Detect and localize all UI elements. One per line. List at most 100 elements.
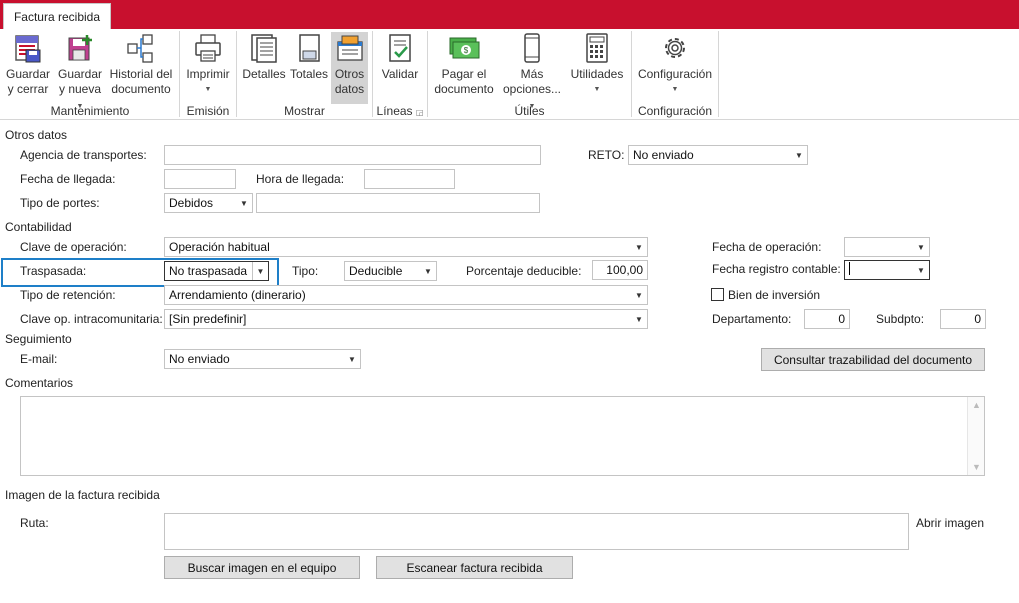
escanear-factura-button[interactable]: Escanear factura recibida: [376, 556, 573, 579]
agencia-label: Agencia de transportes:: [20, 148, 147, 162]
buscar-imagen-button[interactable]: Buscar imagen en el equipo: [164, 556, 360, 579]
tipo-label: Tipo:: [292, 264, 319, 278]
hora-llegada-input[interactable]: [364, 169, 455, 189]
scroll-down-icon[interactable]: ▼: [972, 462, 981, 472]
section-seguimiento: Seguimiento: [5, 332, 72, 346]
chevron-down-icon[interactable]: ▼: [631, 310, 647, 328]
tab-factura-recibida[interactable]: Factura recibida: [3, 3, 111, 29]
abrir-imagen-link[interactable]: Abrir imagen: [916, 516, 984, 530]
ruta-label: Ruta:: [20, 516, 49, 530]
smartphone-icon: [516, 32, 548, 64]
chevron-down-icon[interactable]: ▼: [791, 146, 807, 164]
comentarios-textarea[interactable]: ▲ ▼: [20, 396, 985, 476]
tipo-portes-select[interactable]: Debidos ▼: [164, 193, 253, 213]
other-data-button[interactable]: Otros datos: [331, 32, 368, 104]
fecha-llegada-input[interactable]: [164, 169, 236, 189]
consultar-trazabilidad-button[interactable]: Consultar trazabilidad del documento: [761, 348, 985, 371]
tipo-portes-label: Tipo de portes:: [20, 196, 100, 210]
agencia-input[interactable]: [164, 145, 541, 165]
bien-inversion-checkbox[interactable]: [711, 288, 724, 301]
save-close-button[interactable]: Guardar y cerrar: [4, 32, 52, 104]
section-contabilidad: Contabilidad: [5, 220, 72, 234]
clave-intra-select[interactable]: [Sin predefinir] ▼: [164, 309, 648, 329]
tipo-select[interactable]: Deducible ▼: [344, 261, 437, 281]
ruta-input[interactable]: [164, 513, 909, 550]
chevron-down-icon[interactable]: ▼: [252, 262, 268, 280]
group-lineas: Líneas ◲: [376, 104, 424, 118]
porcentaje-input[interactable]: 100,00: [592, 260, 648, 280]
chevron-down-icon[interactable]: ▼: [236, 194, 252, 212]
dialog-launcher-icon[interactable]: ◲: [416, 108, 424, 117]
chevron-down-icon: ▼: [204, 86, 212, 93]
fecha-registro-picker[interactable]: ▼: [844, 260, 930, 280]
scroll-up-icon[interactable]: ▲: [972, 400, 981, 410]
clave-operacion-label: Clave de operación:: [20, 240, 127, 254]
fecha-operacion-picker[interactable]: ▼: [844, 237, 930, 257]
fecha-operacion-label: Fecha de operación:: [712, 240, 822, 254]
settings-button[interactable]: Configuración ▼: [637, 32, 713, 104]
subdpto-label: Subdpto:: [876, 312, 925, 326]
save-new-button[interactable]: Guardar y nueva ▼: [55, 32, 105, 110]
chevron-down-icon[interactable]: ▼: [631, 286, 647, 304]
tipo-retencion-label: Tipo de retención:: [20, 288, 116, 302]
porcentaje-label: Porcentaje deducible:: [466, 264, 582, 278]
totals-button[interactable]: Totales: [288, 32, 330, 104]
more-options-button[interactable]: Más opciones... ▼: [498, 32, 566, 110]
ribbon: Guardar y cerrar Guardar y nueva ▼ Histo…: [0, 29, 1019, 120]
chevron-down-icon[interactable]: ▼: [420, 262, 436, 280]
print-button[interactable]: Imprimir ▼: [184, 32, 232, 104]
reto-label: RETO:: [588, 148, 625, 162]
tab-label: Factura recibida: [13, 9, 101, 24]
subdpto-input[interactable]: 0: [940, 309, 986, 329]
tipo-retencion-select[interactable]: Arrendamiento (dinerario) ▼: [164, 285, 648, 305]
chevron-down-icon: ▼: [593, 86, 601, 93]
hora-llegada-label: Hora de llegada:: [256, 172, 345, 186]
group-mostrar: Mostrar: [284, 104, 325, 118]
traspasada-label: Traspasada:: [20, 264, 87, 278]
calculator-icon: [581, 32, 613, 64]
text-cursor: [849, 262, 850, 275]
chevron-down-icon[interactable]: ▼: [913, 261, 929, 279]
group-emision: Emisión: [186, 104, 230, 118]
bien-inversion-label: Bien de inversión: [728, 288, 821, 302]
chevron-down-icon[interactable]: ▼: [631, 238, 647, 256]
history-button[interactable]: Historial del documento: [108, 32, 174, 104]
section-imagen: Imagen de la factura recibida: [5, 488, 160, 502]
save-close-icon: [12, 32, 44, 64]
totals-icon: [293, 32, 325, 64]
other-data-icon: [334, 32, 366, 64]
ribbon-separator: [718, 31, 719, 117]
fecha-llegada-label: Fecha de llegada:: [20, 172, 116, 186]
chevron-down-icon: ▼: [671, 86, 679, 93]
traspasada-select[interactable]: No traspasada ▼: [164, 261, 269, 281]
save-new-icon: [64, 32, 96, 64]
utilities-button[interactable]: Utilidades ▼: [569, 32, 625, 104]
scrollbar[interactable]: ▲ ▼: [967, 397, 984, 475]
departamento-input[interactable]: 0: [804, 309, 850, 329]
group-configuracion: Configuración: [637, 104, 713, 118]
history-icon: [125, 32, 157, 64]
clave-intra-label: Clave op. intracomunitaria:: [20, 312, 163, 326]
tipo-portes-extra-input[interactable]: [256, 193, 540, 213]
validate-button[interactable]: Validar: [378, 32, 422, 104]
section-comentarios: Comentarios: [5, 376, 74, 390]
section-otros-datos: Otros datos: [5, 128, 68, 142]
details-icon: [248, 32, 280, 64]
clave-operacion-select[interactable]: Operación habitual ▼: [164, 237, 648, 257]
fecha-registro-label: Fecha registro contable:: [712, 262, 841, 276]
reto-select[interactable]: No enviado ▼: [628, 145, 808, 165]
validate-icon: [384, 32, 416, 64]
gear-icon: [659, 32, 691, 64]
group-utiles: Útiles: [514, 104, 545, 118]
email-select[interactable]: No enviado ▼: [164, 349, 361, 369]
email-label: E-mail:: [20, 352, 58, 366]
chevron-down-icon[interactable]: ▼: [344, 350, 360, 368]
money-icon: $: [448, 32, 480, 64]
pay-document-button[interactable]: $ Pagar el documento: [434, 32, 494, 104]
chevron-down-icon[interactable]: ▼: [913, 238, 929, 256]
details-button[interactable]: Detalles: [242, 32, 286, 104]
svg-text:$: $: [464, 46, 469, 55]
departamento-label: Departamento:: [712, 312, 792, 326]
group-mantenimiento: Mantenimiento: [50, 104, 130, 118]
title-bar: Factura recibida: [0, 0, 1019, 29]
